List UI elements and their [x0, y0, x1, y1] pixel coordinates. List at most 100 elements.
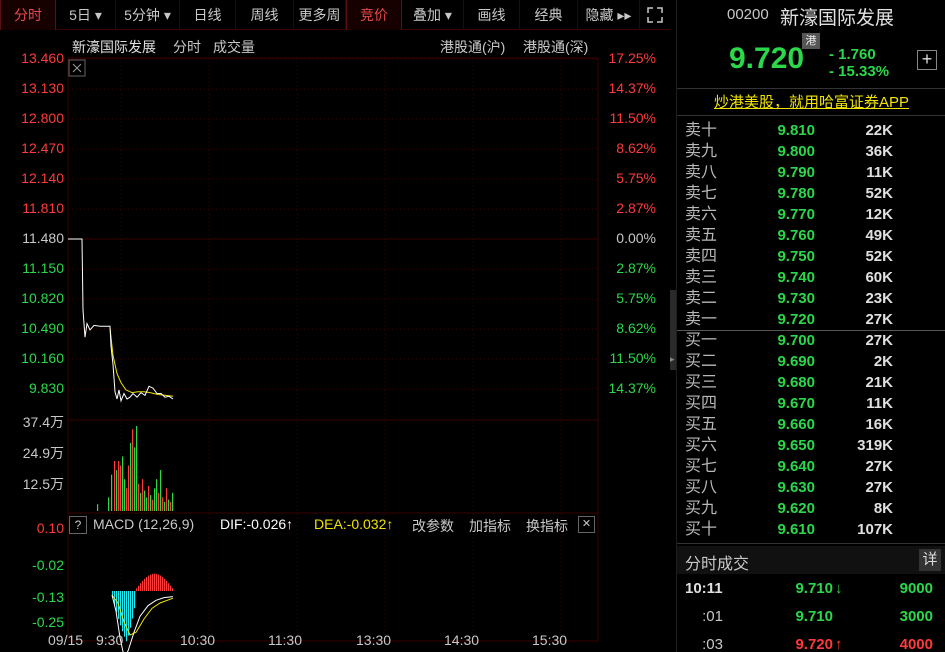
percent-tick-label: 14.37% — [608, 380, 656, 396]
plus-icon[interactable]: + — [917, 50, 937, 70]
buy-order-row: 买一 9.700 27K — [677, 330, 945, 351]
tab-classic[interactable]: 经典 — [520, 0, 578, 30]
order-price: 9.630 — [777, 479, 815, 496]
macd-help-icon[interactable]: ? — [69, 516, 87, 534]
tab-5min[interactable]: 5分钟 ▾ — [116, 0, 180, 30]
sell-order-row: 卖九 9.800 36K — [677, 141, 945, 162]
order-volume: 12K — [865, 206, 893, 223]
trade-price: 9.710 — [795, 580, 833, 597]
sell-order-row: 卖一 9.720 27K — [677, 309, 945, 330]
volume-bar — [108, 497, 110, 511]
order-price: 9.670 — [777, 395, 815, 412]
buy-order-row: 买三 9.680 21K — [677, 372, 945, 393]
macd-close-icon[interactable]: ✕ — [578, 516, 595, 533]
tab-weekly[interactable]: 周线 — [236, 0, 294, 30]
macd-histogram-bar — [148, 575, 150, 591]
price-tick-label: 10.160 — [21, 350, 64, 366]
price-change-percent: - 15.33% — [829, 63, 890, 80]
order-price: 9.690 — [777, 353, 815, 370]
volume-bar — [156, 479, 158, 511]
order-volume: 23K — [865, 290, 893, 307]
percent-tick-label: 2.87% — [616, 200, 656, 216]
price-tick-label: 11.810 — [22, 200, 64, 216]
buy-order-row: 买九 9.620 8K — [677, 498, 945, 519]
macd-histogram-bar — [168, 583, 170, 591]
macd-tick-label: -0.13 — [32, 589, 64, 605]
order-volume: 11K — [866, 395, 893, 412]
volume-bar — [122, 456, 124, 511]
volume-bar — [120, 465, 122, 511]
trade-volume: 9000 — [899, 580, 933, 597]
sell-order-row: 卖六 9.770 12K — [677, 204, 945, 225]
macd-histogram-bar — [128, 591, 130, 636]
time-tick-label: 10:30 — [180, 632, 216, 648]
chart-toolbar: 分时 5日 ▾ 5分钟 ▾ 日线 周线 更多周 竞价 叠加 ▾ 画线 经典 隐藏… — [0, 0, 670, 30]
tab-draw-line[interactable]: 画线 — [464, 0, 520, 30]
volume-tick-label: 24.9万 — [22, 445, 64, 461]
tab-daily[interactable]: 日线 — [180, 0, 236, 30]
macd-add-indicator-button[interactable]: 加指标 — [469, 516, 511, 536]
trade-row: 10:11 9.710 ↓ 9000 — [677, 575, 945, 603]
macd-histogram-bar — [154, 573, 156, 591]
order-level-label: 卖八 — [685, 164, 718, 181]
macd-histogram-bar — [140, 583, 142, 591]
price-change: - 1.760 — [829, 46, 876, 63]
volume-bar — [128, 465, 130, 511]
tab-overlay[interactable]: 叠加 ▾ — [402, 0, 464, 30]
price-tick-label: 10.820 — [21, 290, 64, 306]
order-price: 9.720 — [777, 311, 815, 328]
stock-code: 00200 — [727, 6, 769, 23]
volume-tick-label: 37.4万 — [22, 414, 64, 430]
macd-dif-value: DIF:-0.026↑ — [220, 516, 294, 532]
volume-bar — [118, 461, 120, 511]
tab-hide[interactable]: 隐藏 ▸▸ — [578, 0, 640, 30]
macd-change-params-button[interactable]: 改参数 — [412, 516, 454, 536]
volume-bar — [124, 479, 126, 511]
trades-detail-button[interactable]: 详 — [919, 549, 941, 571]
order-volume: 21K — [865, 374, 893, 391]
order-price: 9.610 — [777, 521, 815, 538]
percent-tick-label: 5.75% — [616, 290, 656, 306]
order-volume: 36K — [865, 143, 893, 160]
tab-auction[interactable]: 竞价 — [346, 0, 402, 30]
buy-order-row: 买五 9.660 16K — [677, 414, 945, 435]
order-volume: 60K — [865, 269, 893, 286]
close-chart-icon[interactable] — [68, 59, 86, 77]
order-volume: 11K — [866, 164, 893, 181]
macd-histogram-bar — [134, 591, 136, 609]
order-volume: 107K — [857, 521, 893, 538]
percent-tick-label: 8.62% — [616, 140, 656, 156]
order-price: 9.750 — [777, 248, 815, 265]
percent-tick-label: 8.62% — [616, 320, 656, 336]
sell-order-row: 卖七 9.780 52K — [677, 183, 945, 204]
macd-histogram-bar — [166, 580, 168, 591]
macd-histogram-bar — [122, 591, 124, 632]
order-volume: 52K — [865, 185, 893, 202]
volume-bar — [114, 461, 116, 511]
order-price: 9.650 — [777, 437, 815, 454]
tab-intraday[interactable]: 分时 — [0, 0, 56, 30]
order-volume: 52K — [865, 248, 893, 265]
promo-banner-link[interactable]: 炒港美股，就用哈富证券APP — [677, 91, 945, 112]
expand-icon[interactable] — [640, 0, 670, 30]
order-price: 9.740 — [777, 269, 815, 286]
price-tick-label: 13.460 — [21, 50, 64, 66]
price-tick-label: 10.490 — [21, 320, 64, 336]
order-volume: 319K — [857, 437, 893, 454]
macd-swap-indicator-button[interactable]: 换指标 — [526, 516, 568, 536]
order-price: 9.640 — [777, 458, 815, 475]
percent-tick-label: 17.25% — [608, 50, 656, 66]
trade-price: 9.710 — [795, 608, 833, 625]
macd-tick-label: -0.02 — [32, 557, 64, 573]
macd-histogram-bar — [124, 591, 126, 637]
macd-title: MACD (12,26,9) — [93, 516, 195, 532]
macd-histogram-bar — [152, 573, 154, 591]
trades-title: 分时成交 — [685, 556, 750, 573]
price-tick-label: 12.140 — [21, 170, 64, 186]
sell-order-row: 卖十 9.810 22K — [677, 120, 945, 141]
order-level-label: 卖一 — [685, 311, 718, 328]
tab-more-periods[interactable]: 更多周 — [294, 0, 346, 30]
order-volume: 27K — [865, 332, 893, 349]
tab-5day[interactable]: 5日 ▾ — [56, 0, 116, 30]
trade-time: :03 — [702, 636, 723, 652]
